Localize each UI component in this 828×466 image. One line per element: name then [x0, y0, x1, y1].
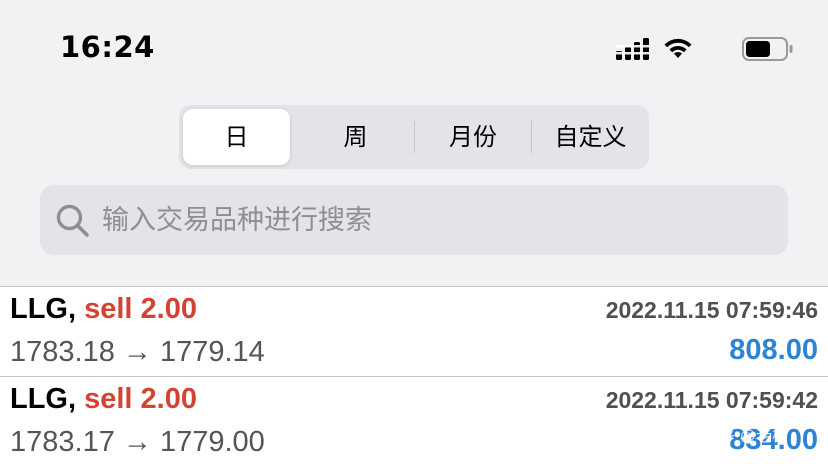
- trade-row[interactable]: LLG, sell 2.00 2022.11.15 07:59:42 1783.…: [0, 376, 828, 466]
- segment-week[interactable]: 周: [297, 105, 414, 169]
- segment-custom[interactable]: 自定义: [532, 105, 649, 169]
- status-icons: [594, 34, 794, 62]
- trade-prices: 1783.17 → 1779.00: [10, 426, 265, 458]
- search-bar[interactable]: [40, 185, 788, 255]
- trade-prices: 1783.18 → 1779.14: [10, 336, 265, 368]
- trade-symbol: LLG,: [10, 293, 77, 325]
- trade-row[interactable]: LLG, sell 2.00 2022.11.15 07:59:46 1783.…: [0, 286, 828, 376]
- battery-icon: [742, 37, 793, 61]
- search-icon: [56, 204, 89, 237]
- wifi-icon: [664, 38, 692, 58]
- period-segmented-control: 日 周 月份 自定义: [179, 105, 649, 169]
- segment-month[interactable]: 月份: [415, 105, 531, 169]
- status-time: 16:24: [60, 30, 155, 64]
- segment-day[interactable]: 日: [183, 105, 290, 169]
- header-area: 16:24 日 周 月份 自定义: [0, 0, 828, 286]
- trade-datetime: 2022.11.15 07:59:46: [605, 297, 818, 323]
- search-input[interactable]: [102, 185, 762, 255]
- trade-profit: 808.00: [729, 334, 818, 366]
- trade-side: sell 2.00: [84, 293, 197, 325]
- trade-datetime: 2022.11.15 07:59:42: [605, 387, 818, 413]
- watermark: 知乎 @老杨: [703, 428, 788, 445]
- signal-icon: [616, 38, 649, 60]
- trade-symbol: LLG,: [10, 383, 77, 415]
- trade-side: sell 2.00: [84, 383, 197, 415]
- trade-symbol-line: LLG, sell 2.00: [10, 293, 197, 326]
- trade-symbol-line: LLG, sell 2.00: [10, 383, 197, 416]
